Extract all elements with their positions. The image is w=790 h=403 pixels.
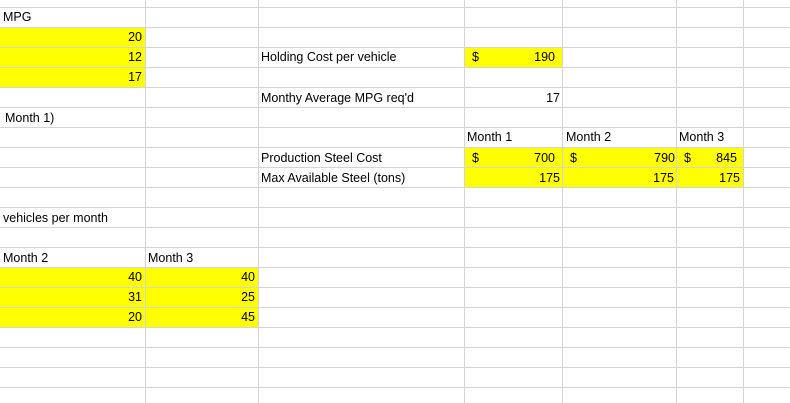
steel-month2-header[interactable]: Month 2: [566, 127, 611, 147]
demand-month3-cell[interactable]: 40: [145, 267, 255, 287]
max-steel-m1[interactable]: 175: [464, 168, 560, 188]
steel-cost-m3[interactable]: 845: [676, 148, 737, 168]
mpg-cell[interactable]: 17: [0, 67, 142, 87]
row-gridline: [0, 127, 790, 128]
mpg-header[interactable]: MPG: [3, 7, 31, 27]
row-gridline: [0, 327, 790, 328]
steel-month1-header[interactable]: Month 1: [467, 127, 512, 147]
column-gridline: [258, 0, 259, 403]
max-steel-m3[interactable]: 175: [676, 168, 740, 188]
row-gridline: [0, 247, 790, 248]
demand-month2-header[interactable]: Month 2: [3, 248, 48, 268]
column-gridline: [676, 0, 677, 403]
demand-month3-cell[interactable]: 25: [145, 287, 255, 307]
holding-cost-value[interactable]: 190: [464, 47, 555, 67]
steel-cost-m2[interactable]: 790: [562, 148, 675, 168]
column-gridline: [743, 0, 744, 403]
row-gridline: [0, 7, 790, 8]
steel-cost-m1[interactable]: 700: [464, 148, 555, 168]
max-steel-label[interactable]: Max Available Steel (tons): [261, 168, 405, 188]
row-gridline: [0, 207, 790, 208]
row-gridline: [0, 367, 790, 368]
steel-month3-header[interactable]: Month 3: [679, 127, 724, 147]
mpg-cell[interactable]: 20: [0, 27, 142, 47]
mpg-cell[interactable]: 12: [0, 47, 142, 67]
row-gridline: [0, 387, 790, 388]
demand-month3-header[interactable]: Month 3: [148, 248, 193, 268]
holding-cost-label[interactable]: Holding Cost per vehicle: [261, 47, 397, 67]
column-gridline: [562, 0, 563, 403]
max-steel-m2[interactable]: 175: [562, 168, 674, 188]
demand-month2-cell[interactable]: 40: [0, 267, 142, 287]
avg-mpg-value[interactable]: 17: [464, 88, 560, 108]
demand-month3-cell[interactable]: 45: [145, 307, 255, 327]
row-gridline: [0, 227, 790, 228]
row-gridline: [0, 347, 790, 348]
demand-month2-cell[interactable]: 31: [0, 287, 142, 307]
steel-cost-label[interactable]: Production Steel Cost: [261, 148, 382, 168]
month-note-cell[interactable]: Month 1): [5, 108, 54, 128]
demand-month2-cell[interactable]: 20: [0, 307, 142, 327]
spreadsheet-grid[interactable]: MPG 20 12 17 Month 1) vehicles per month…: [0, 0, 790, 403]
avg-mpg-label[interactable]: Monthy Average MPG req'd: [261, 88, 414, 108]
column-gridline: [145, 0, 146, 403]
vehicles-per-month-caption[interactable]: vehicles per month: [3, 208, 108, 228]
